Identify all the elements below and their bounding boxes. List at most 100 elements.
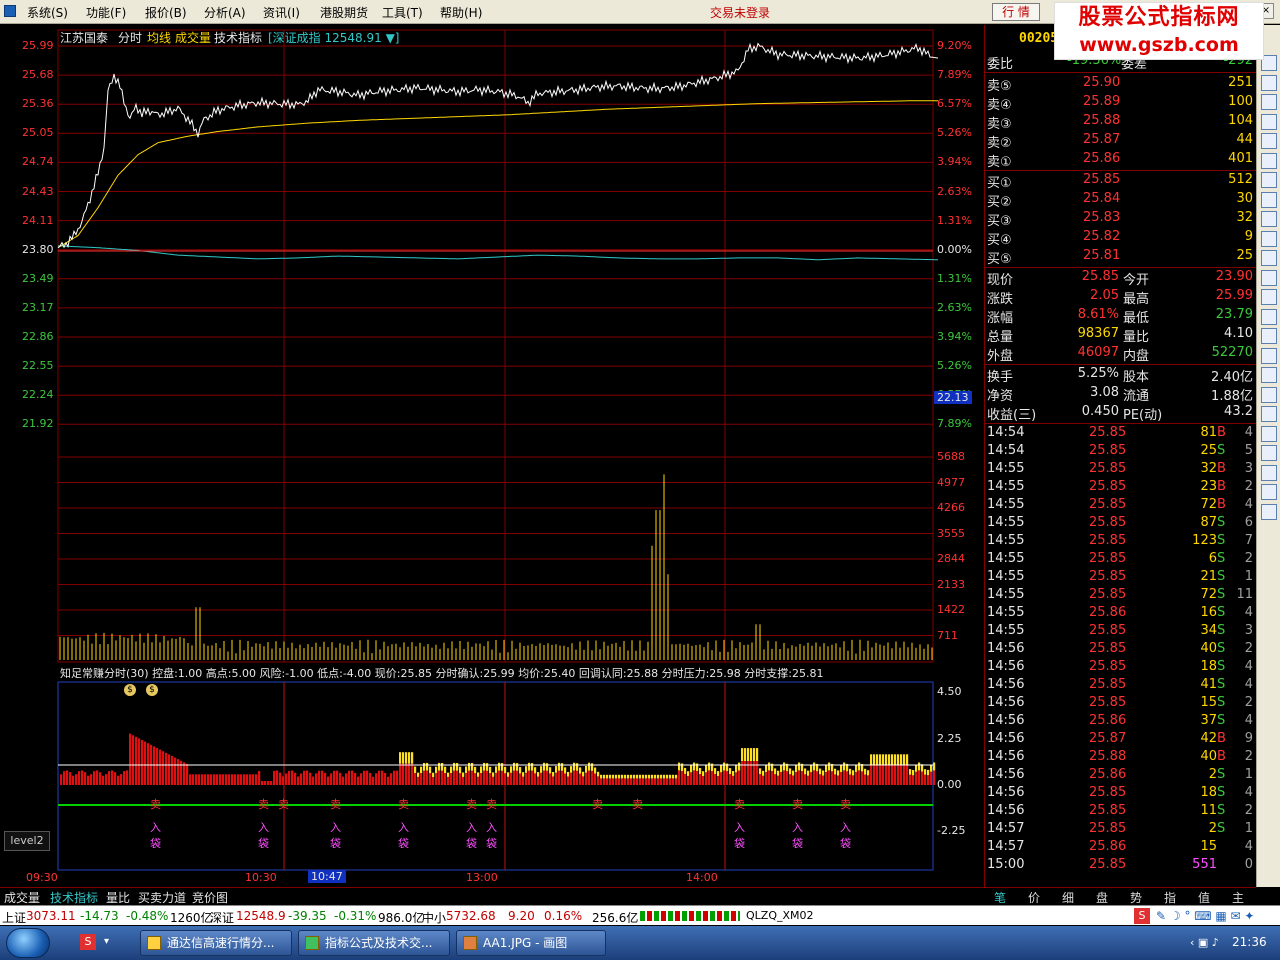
right-tab[interactable]: 细 xyxy=(1062,889,1074,906)
toolbar-icon[interactable] xyxy=(1261,386,1277,403)
tray-icons[interactable]: ‹ ▣ ♪ xyxy=(1190,936,1219,949)
stats-row[interactable]: 涨跌 2.05 最高 25.99 xyxy=(985,288,1257,307)
tick-row[interactable]: 14:56 25.86 37 S 4 xyxy=(985,713,1257,731)
menu-info[interactable]: 资讯(I) xyxy=(263,4,300,21)
stats-row[interactable]: 现价 25.85 今开 23.90 xyxy=(985,269,1257,288)
toolbar-icon[interactable] xyxy=(1261,347,1277,364)
order-book-buy-row[interactable]: 买③ 25.83 32 xyxy=(985,210,1257,229)
toolbar-icon[interactable] xyxy=(1261,133,1277,149)
stats-row[interactable]: 外盘 46097 内盘 52270 xyxy=(985,345,1257,364)
menu-function[interactable]: 功能(F) xyxy=(86,4,126,21)
order-book-sell-row[interactable]: 卖④ 25.89 100 xyxy=(985,94,1257,113)
toolbar-icon[interactable] xyxy=(1261,406,1277,422)
right-tab[interactable]: 指 xyxy=(1164,889,1176,906)
order-book-buy-row[interactable]: 买④ 25.82 9 xyxy=(985,229,1257,248)
toolbar-icon[interactable] xyxy=(1261,211,1277,227)
toolbar-icon[interactable] xyxy=(1261,308,1277,325)
sogou-taskbar-icon[interactable]: S xyxy=(80,934,96,950)
tick-row[interactable]: 14:56 25.85 40 S 2 xyxy=(985,641,1257,659)
tick-row[interactable]: 14:55 25.85 87 S 6 xyxy=(985,515,1257,533)
tick-row[interactable]: 14:55 25.86 16 S 4 xyxy=(985,605,1257,623)
toolbar-icon[interactable] xyxy=(1261,191,1277,208)
toolbar-icon[interactable] xyxy=(1261,328,1277,344)
tick-row[interactable]: 14:56 25.87 42 B 9 xyxy=(985,731,1257,749)
level2-button[interactable]: level2 xyxy=(4,831,50,851)
intraday-chart[interactable]: 江苏国泰 分时 均线 成交量 技术指标 [深证成指 12548.91 ▼] 25… xyxy=(0,25,984,887)
tick-row[interactable]: 14:55 25.85 6 S 2 xyxy=(985,551,1257,569)
stats-row[interactable]: 涨幅 8.61% 最低 23.79 xyxy=(985,307,1257,326)
menu-help[interactable]: 帮助(H) xyxy=(440,4,482,21)
app-icon[interactable] xyxy=(4,5,16,17)
chevron-down-icon[interactable]: ▾ xyxy=(104,936,109,947)
order-book-buy-row[interactable]: 买② 25.84 30 xyxy=(985,191,1257,210)
tick-row[interactable]: 14:55 25.85 72 S 11 xyxy=(985,587,1257,605)
menu-quote[interactable]: 报价(B) xyxy=(145,4,187,21)
right-tab[interactable]: 盘 xyxy=(1096,889,1108,906)
order-book-sell-row[interactable]: 卖③ 25.88 104 xyxy=(985,113,1257,132)
taskbar-item-browser[interactable]: 指标公式及技术交... xyxy=(298,930,450,956)
tick-row[interactable]: 14:55 25.85 21 S 1 xyxy=(985,569,1257,587)
stats-row[interactable]: 换手 5.25% 股本 2.40亿 xyxy=(985,366,1257,385)
tab-volume-bottom[interactable]: 成交量 xyxy=(4,889,40,906)
tab-auction[interactable]: 竞价图 xyxy=(192,889,228,906)
toolbar-icon[interactable] xyxy=(1261,464,1277,481)
toolbar-icon[interactable] xyxy=(1261,152,1277,169)
tick-row[interactable]: 14:56 25.85 18 S 4 xyxy=(985,659,1257,677)
tick-row[interactable]: 14:55 25.85 72 B 4 xyxy=(985,497,1257,515)
tab-intraday[interactable]: 分时 xyxy=(118,29,142,46)
quote-button[interactable]: 行 情 xyxy=(992,3,1040,21)
right-tab[interactable]: 笔 xyxy=(994,889,1006,906)
right-tab[interactable]: 势 xyxy=(1130,889,1142,906)
menu-system[interactable]: 系统(S) xyxy=(27,4,68,21)
toolbar-icon[interactable] xyxy=(1261,367,1277,383)
toolbar-icon[interactable] xyxy=(1261,425,1277,442)
tab-tech-bottom[interactable]: 技术指标 xyxy=(50,889,98,906)
tick-row[interactable]: 14:55 25.85 23 B 2 xyxy=(985,479,1257,497)
toolbar-icon[interactable] xyxy=(1261,269,1277,286)
right-tab[interactable]: 值 xyxy=(1198,889,1210,906)
toolbar-icon[interactable] xyxy=(1261,503,1277,520)
tick-row[interactable]: 14:54 25.85 81 B 4 xyxy=(985,425,1257,443)
stats-row[interactable]: 收益(三) 0.450 PE(动) 43.2 xyxy=(985,404,1257,423)
right-tab[interactable]: 价 xyxy=(1028,889,1040,906)
tick-row[interactable]: 14:56 25.85 15 S 2 xyxy=(985,695,1257,713)
tab-buy-sell-force[interactable]: 买卖力道 xyxy=(138,889,186,906)
order-book-buy-row[interactable]: 买⑤ 25.81 25 xyxy=(985,248,1257,267)
chart-canvas[interactable] xyxy=(0,25,984,887)
order-book-sell-row[interactable]: 卖② 25.87 44 xyxy=(985,132,1257,151)
tick-row[interactable]: 14:54 25.85 25 S 5 xyxy=(985,443,1257,461)
right-tab[interactable]: 主 xyxy=(1232,889,1244,906)
toolbar-icon[interactable] xyxy=(1261,230,1277,247)
stats-row[interactable]: 总量 98367 量比 4.10 xyxy=(985,326,1257,345)
ime-icons[interactable]: ✎ ☽ ° ⌨ ▦ ✉ ✦ xyxy=(1156,909,1254,923)
toolbar-icon[interactable] xyxy=(1261,74,1277,91)
login-status[interactable]: 交易未登录 xyxy=(710,4,770,21)
tab-volume-ratio[interactable]: 量比 xyxy=(106,889,130,906)
tick-row[interactable]: 14:56 25.85 11 S 2 xyxy=(985,803,1257,821)
toolbar-icon[interactable] xyxy=(1261,289,1277,305)
toolbar-icon[interactable] xyxy=(1261,484,1277,500)
start-button[interactable] xyxy=(6,928,50,958)
tick-row[interactable]: 14:55 25.85 123 S 7 xyxy=(985,533,1257,551)
toolbar-icon[interactable] xyxy=(1261,250,1277,266)
order-book-sell-row[interactable]: 卖⑤ 25.90 251 xyxy=(985,75,1257,94)
tick-row[interactable]: 14:55 25.85 32 B 3 xyxy=(985,461,1257,479)
tab-tech-indicator[interactable]: 技术指标 xyxy=(214,29,262,46)
toolbar-icon[interactable] xyxy=(1261,445,1277,461)
tick-row[interactable]: 14:56 25.85 41 S 4 xyxy=(985,677,1257,695)
order-book-sell-row[interactable]: 卖① 25.86 401 xyxy=(985,151,1257,170)
toolbar-icon[interactable] xyxy=(1261,113,1277,130)
tick-row[interactable]: 14:57 25.85 2 S 1 xyxy=(985,821,1257,839)
tab-volume[interactable]: 成交量 xyxy=(175,29,211,46)
tick-row[interactable]: 14:56 25.85 18 S 4 xyxy=(985,785,1257,803)
index-label[interactable]: [深证成指 12548.91 ▼] xyxy=(268,29,399,46)
tick-row[interactable]: 14:56 25.88 40 B 2 xyxy=(985,749,1257,767)
tick-row[interactable]: 15:00 25.85 551 0 xyxy=(985,857,1257,875)
stats-row[interactable]: 净资 3.08 流通 1.88亿 xyxy=(985,385,1257,404)
menu-analysis[interactable]: 分析(A) xyxy=(204,4,246,21)
menu-hk-futures[interactable]: 港股期货 xyxy=(320,4,368,21)
tick-row[interactable]: 14:56 25.86 2 S 1 xyxy=(985,767,1257,785)
tab-average[interactable]: 均线 xyxy=(147,29,171,46)
tick-row[interactable]: 14:57 25.86 15 4 xyxy=(985,839,1257,857)
toolbar-icon[interactable] xyxy=(1261,94,1277,110)
